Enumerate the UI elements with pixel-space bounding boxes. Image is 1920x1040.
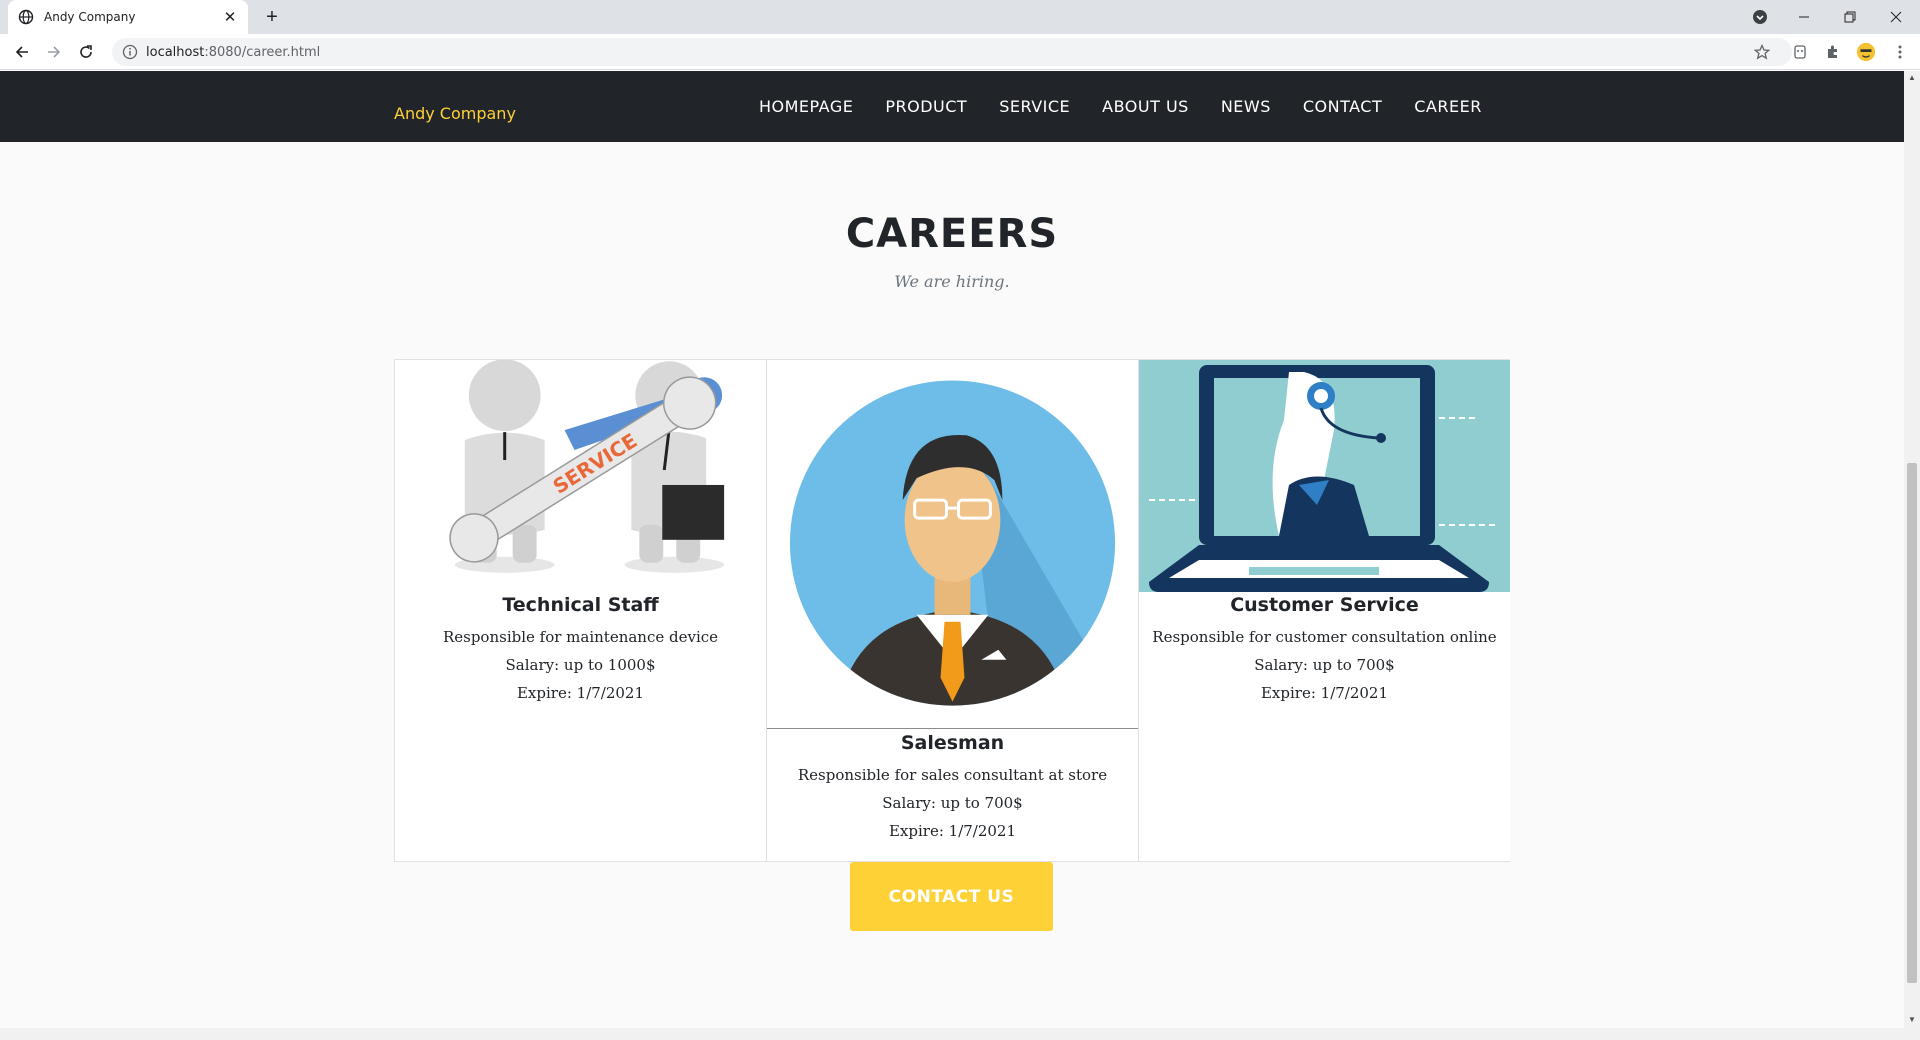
site-brand[interactable]: Andy Company <box>394 104 516 123</box>
browser-tab-strip: Andy Company ✕ + <box>0 0 1920 34</box>
job-salary: Salary: up to 1000$ <box>505 656 656 674</box>
extension-icon[interactable] <box>1823 42 1843 62</box>
restore-icon[interactable] <box>1828 0 1872 34</box>
minimize-icon[interactable] <box>1782 0 1826 34</box>
site-navbar: Andy Company HOMEPAGE PRODUCT SERVICE AB… <box>0 71 1904 142</box>
page-title: CAREERS <box>845 211 1059 257</box>
job-cards: SERVICE Technical Staff Responsible for … <box>394 359 1510 862</box>
page-subtitle: We are hiring. <box>894 272 1010 291</box>
address-bar[interactable]: localhost:8080/career.html <box>112 38 1792 66</box>
job-title: Salesman <box>900 732 1005 754</box>
back-icon[interactable] <box>10 40 34 64</box>
scroll-up-arrow-icon[interactable]: ▲ <box>1908 73 1916 82</box>
browser-toolbar: localhost:8080/career.html <box>0 34 1920 70</box>
job-description: Responsible for sales consultant at stor… <box>797 766 1108 784</box>
job-expire: Expire: 1/7/2021 <box>516 684 645 702</box>
nav-about-us[interactable]: ABOUT US <box>1102 97 1189 116</box>
close-window-icon[interactable] <box>1874 0 1918 34</box>
nav-career[interactable]: CAREER <box>1414 97 1482 116</box>
job-card-salesman: Salesman Responsible for sales consultan… <box>767 360 1139 861</box>
job-title: Technical Staff <box>502 594 659 616</box>
browser-tab[interactable]: Andy Company ✕ <box>8 0 248 34</box>
extension-mask-icon[interactable] <box>1790 42 1810 62</box>
job-expire: Expire: 1/7/2021 <box>1260 684 1389 702</box>
job-title: Customer Service <box>1230 594 1419 616</box>
technical-staff-image: SERVICE <box>395 360 766 582</box>
nav-service[interactable]: SERVICE <box>999 97 1070 116</box>
job-expire: Expire: 1/7/2021 <box>888 822 1017 840</box>
job-description: Responsible for maintenance device <box>442 628 719 646</box>
vertical-scrollbar[interactable]: ▲ ▼ <box>1904 71 1920 1028</box>
job-description: Responsible for customer consultation on… <box>1152 628 1497 646</box>
plus-icon[interactable]: + <box>260 5 284 29</box>
site-nav-links: HOMEPAGE PRODUCT SERVICE ABOUT US NEWS C… <box>759 97 1482 116</box>
reload-icon[interactable] <box>74 40 98 64</box>
globe-icon <box>18 9 34 25</box>
url-host: localhost <box>146 44 205 60</box>
card-divider <box>767 728 1138 729</box>
menu-icon[interactable] <box>1890 42 1910 62</box>
nav-homepage[interactable]: HOMEPAGE <box>759 97 853 116</box>
horizontal-scrollbar[interactable] <box>0 1028 1920 1040</box>
scroll-down-arrow-icon[interactable]: ▼ <box>1908 1015 1916 1024</box>
job-card-customer-service: Customer Service Responsible for custome… <box>1139 360 1510 861</box>
tab-title: Andy Company <box>44 10 136 24</box>
nav-news[interactable]: NEWS <box>1221 97 1271 116</box>
customer-service-image <box>1139 360 1510 592</box>
profile-icon[interactable] <box>1856 42 1876 62</box>
job-card-technical-staff: SERVICE Technical Staff Responsible for … <box>395 360 767 861</box>
nav-product[interactable]: PRODUCT <box>885 97 967 116</box>
contact-us-button[interactable]: CONTACT US <box>850 862 1053 931</box>
close-icon[interactable]: ✕ <box>222 8 238 26</box>
nav-contact[interactable]: CONTACT <box>1303 97 1382 116</box>
page-viewport: Andy Company HOMEPAGE PRODUCT SERVICE AB… <box>0 71 1904 1028</box>
salesman-image <box>767 360 1138 728</box>
star-icon[interactable] <box>1752 42 1772 62</box>
scrollbar-thumb[interactable] <box>1907 463 1917 983</box>
job-salary: Salary: up to 700$ <box>882 794 1023 812</box>
info-icon[interactable] <box>122 44 138 60</box>
tab-search-icon[interactable] <box>1738 0 1782 34</box>
job-salary: Salary: up to 700$ <box>1254 656 1395 674</box>
url-path: :8080/career.html <box>204 44 321 60</box>
forward-icon[interactable] <box>42 40 66 64</box>
